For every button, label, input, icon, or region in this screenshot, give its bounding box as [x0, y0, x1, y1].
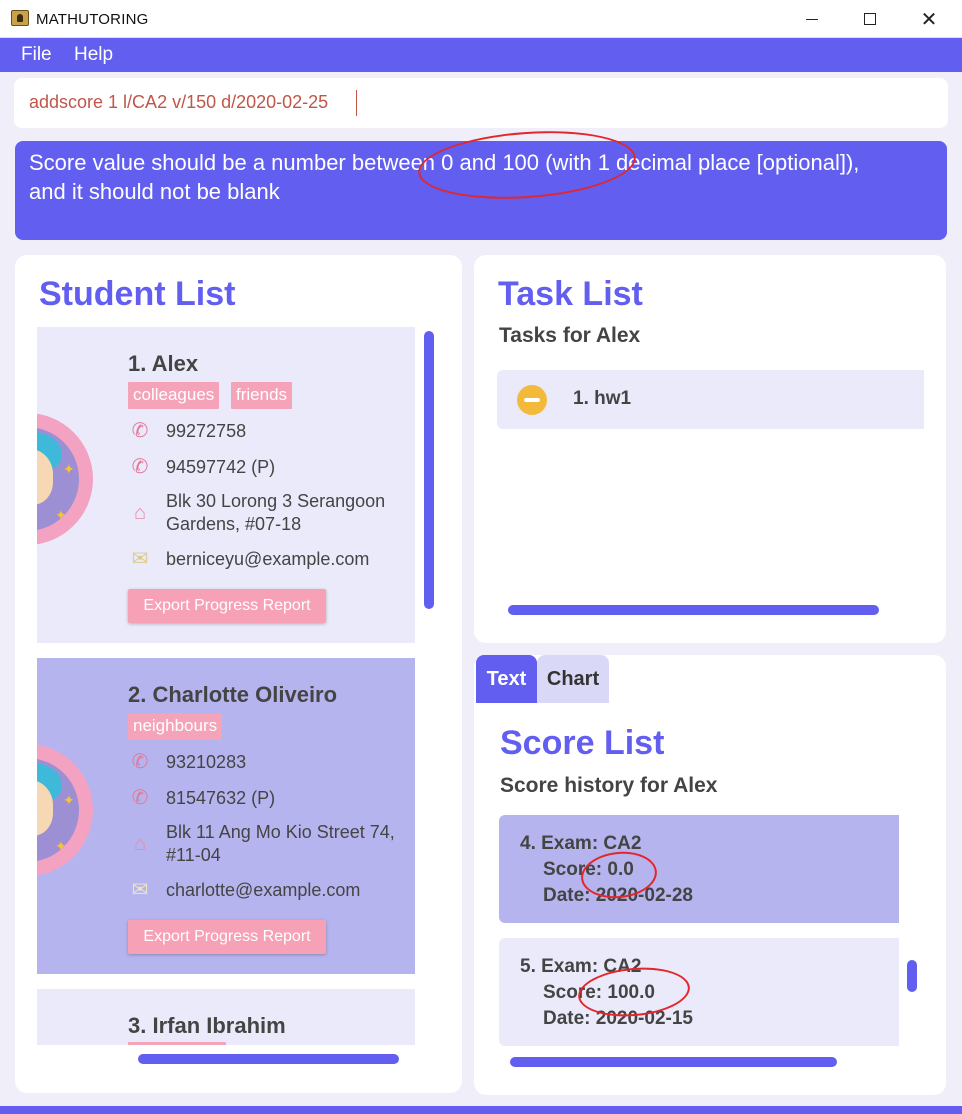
- export-progress-report-button[interactable]: Export Progress Report: [128, 920, 326, 954]
- maximize-icon: [864, 13, 876, 25]
- phone-text: 93210283: [166, 752, 247, 772]
- vertical-scrollbar[interactable]: [907, 960, 917, 992]
- score-value: Score: 100.0: [543, 982, 655, 1003]
- student-card[interactable]: 3. Irfan Ibrahim: [37, 989, 415, 1045]
- task-label: 1. hw1: [573, 388, 632, 409]
- menu-file[interactable]: File: [21, 44, 52, 66]
- horizontal-scrollbar[interactable]: [510, 1057, 837, 1067]
- student-name: 2. Charlotte Oliveiro: [128, 682, 338, 707]
- task-item[interactable]: 1. hw1: [497, 370, 924, 429]
- task-list-panel: Task List Tasks for Alex 1. hw1: [474, 255, 946, 643]
- student-card[interactable]: ✦ ✦ 2. Charlotte Oliveiro neighbours ✆ 9…: [37, 658, 415, 974]
- avatar: ✦ ✦: [37, 744, 93, 876]
- student-list-title: Student List: [39, 275, 236, 313]
- tag-badge: [128, 1042, 226, 1045]
- score-list-title: Score List: [500, 724, 665, 762]
- score-list-subtitle: Score history for Alex: [500, 774, 718, 797]
- horizontal-scrollbar[interactable]: [508, 605, 879, 615]
- vertical-scrollbar[interactable]: [424, 331, 434, 609]
- score-panel: Text Chart Score List Score history for …: [474, 655, 946, 1095]
- text-caret: [356, 90, 357, 116]
- status-bar: [0, 1106, 962, 1114]
- email-text: charlotte@example.com: [166, 880, 361, 900]
- address-line-2: Gardens, #07-18: [166, 514, 302, 534]
- export-progress-report-button[interactable]: Export Progress Report: [128, 589, 326, 623]
- tag-badge: friends: [231, 382, 293, 409]
- phone-icon: ✆: [131, 751, 149, 773]
- email-icon: ✉: [131, 548, 149, 570]
- in-progress-icon: [517, 385, 547, 415]
- horizontal-scrollbar[interactable]: [138, 1054, 399, 1064]
- address-line-1: Blk 30 Lorong 3 Serangoon: [166, 491, 386, 511]
- home-icon: ⌂: [133, 833, 147, 855]
- window-title: MATHUTORING: [36, 11, 149, 28]
- phone-text: 99272758: [166, 421, 247, 441]
- score-item[interactable]: 5. Exam: CA2 Score: 100.0 Date: 2020-02-…: [499, 938, 899, 1046]
- student-list-panel: Student List ✦ ✦ 1. Alex colleagues frie…: [15, 255, 462, 1093]
- parent-phone-text: 94597742 (P): [166, 457, 276, 477]
- task-list-title: Task List: [498, 275, 643, 313]
- score-exam: 5. Exam: CA2: [520, 956, 642, 977]
- email-icon: ✉: [131, 879, 149, 901]
- maximize-button[interactable]: [841, 0, 899, 38]
- menu-help[interactable]: Help: [74, 44, 113, 66]
- home-icon: ⌂: [133, 502, 147, 524]
- command-input[interactable]: [29, 92, 929, 113]
- score-date: Date: 2020-02-28: [543, 885, 693, 906]
- score-value: Score: 0.0: [543, 859, 634, 880]
- close-button[interactable]: ✕: [900, 0, 958, 38]
- parent-phone-text: 81547632 (P): [166, 788, 276, 808]
- address-line-2: #11-04: [166, 845, 221, 865]
- phone-icon: ✆: [131, 420, 149, 442]
- minimize-icon: [806, 18, 818, 20]
- tab-chart[interactable]: Chart: [537, 655, 609, 703]
- score-date: Date: 2020-02-15: [543, 1008, 693, 1029]
- close-icon: ✕: [920, 7, 938, 31]
- address-line-1: Blk 11 Ang Mo Kio Street 74,: [166, 822, 395, 842]
- student-card[interactable]: ✦ ✦ 1. Alex colleagues friends ✆ 9927275…: [37, 327, 415, 643]
- title-bar: MATHUTORING ✕: [0, 0, 962, 38]
- score-exam: 4. Exam: CA2: [520, 833, 642, 854]
- task-list-subtitle: Tasks for Alex: [499, 324, 641, 347]
- student-name: 1. Alex: [128, 351, 199, 376]
- command-box: [14, 78, 948, 128]
- tag-badge: neighbours: [128, 713, 223, 740]
- avatar: ✦ ✦: [37, 413, 93, 545]
- score-item[interactable]: 4. Exam: CA2 Score: 0.0 Date: 2020-02-28: [499, 815, 899, 923]
- student-name: 3. Irfan Ibrahim: [128, 1013, 286, 1038]
- minimize-button[interactable]: [783, 0, 841, 38]
- app-icon: [11, 10, 29, 26]
- phone-icon: ✆: [131, 456, 149, 478]
- tag-badge: colleagues: [128, 382, 220, 409]
- menu-bar: File Help: [0, 38, 962, 72]
- tab-text[interactable]: Text: [476, 655, 537, 703]
- phone-icon: ✆: [131, 787, 149, 809]
- email-text: berniceyu@example.com: [166, 549, 370, 569]
